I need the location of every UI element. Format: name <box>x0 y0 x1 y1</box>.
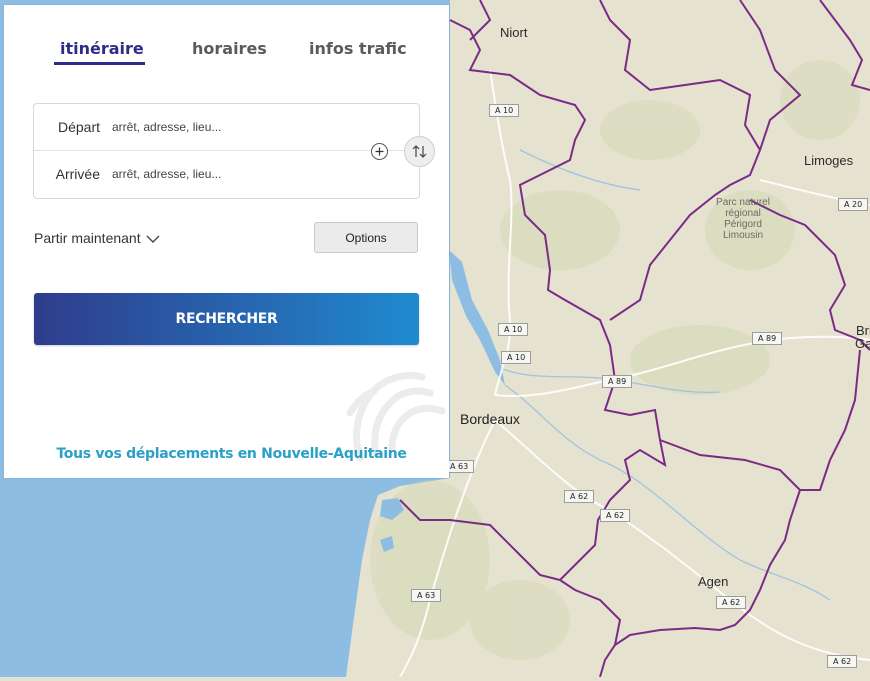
road-shield: A 10 <box>501 351 532 364</box>
road-shield: A 62 <box>827 655 858 668</box>
tab-infos-trafic[interactable]: infos trafic <box>309 39 407 58</box>
tab-horaires[interactable]: horaires <box>192 39 267 58</box>
search-button[interactable]: RECHERCHER <box>34 293 419 345</box>
active-tab-indicator <box>54 62 145 65</box>
arrival-row: Arrivée <box>34 151 419 197</box>
road-shield: A 89 <box>602 375 633 388</box>
departure-time-selector[interactable]: Partir maintenant <box>34 230 161 246</box>
add-stop-button[interactable] <box>371 143 388 160</box>
road-shield: A 20 <box>838 198 869 211</box>
road-shield: A 63 <box>411 589 442 602</box>
map-city-partial-ga: Ga <box>855 336 870 351</box>
tab-itineraire[interactable]: itinéraire <box>60 39 144 58</box>
map-city-niort: Niort <box>500 25 528 40</box>
road-shield: A 89 <box>752 332 783 345</box>
plus-icon <box>375 147 384 156</box>
park-label-line: Limousin <box>722 230 764 241</box>
road-shield: A 62 <box>716 596 747 609</box>
departure-row: Départ <box>34 104 419 151</box>
map-city-limoges: Limoges <box>804 153 854 168</box>
road-shield: A 10 <box>498 323 529 336</box>
arrival-label: Arrivée <box>55 166 100 182</box>
route-inputs: Départ Arrivée <box>33 103 420 199</box>
park-label-line: Parc naturel <box>716 197 770 208</box>
map-park-label: Parc naturel régional Périgord Limousin <box>708 197 778 241</box>
park-label-line: régional <box>725 208 761 219</box>
map-city-agen: Agen <box>698 574 729 589</box>
journey-planner-panel: itinéraire horaires infos trafic Départ … <box>4 5 449 478</box>
road-shield: A 62 <box>600 509 631 522</box>
swap-button[interactable] <box>404 136 435 167</box>
road-shield: A 62 <box>564 490 595 503</box>
departure-time-label: Partir maintenant <box>34 230 141 246</box>
arrival-input[interactable] <box>112 163 362 185</box>
departure-label: Départ <box>57 119 100 135</box>
road-shield: A 10 <box>489 104 520 117</box>
departure-input[interactable] <box>112 116 362 138</box>
swap-arrows-icon <box>412 145 427 158</box>
options-button[interactable]: Options <box>314 222 418 253</box>
park-label-line: Périgord <box>724 219 762 230</box>
map-city-bordeaux: Bordeaux <box>460 411 520 427</box>
tagline: Tous vos déplacements en Nouvelle-Aquita… <box>56 446 407 462</box>
chevron-down-icon <box>146 235 160 244</box>
